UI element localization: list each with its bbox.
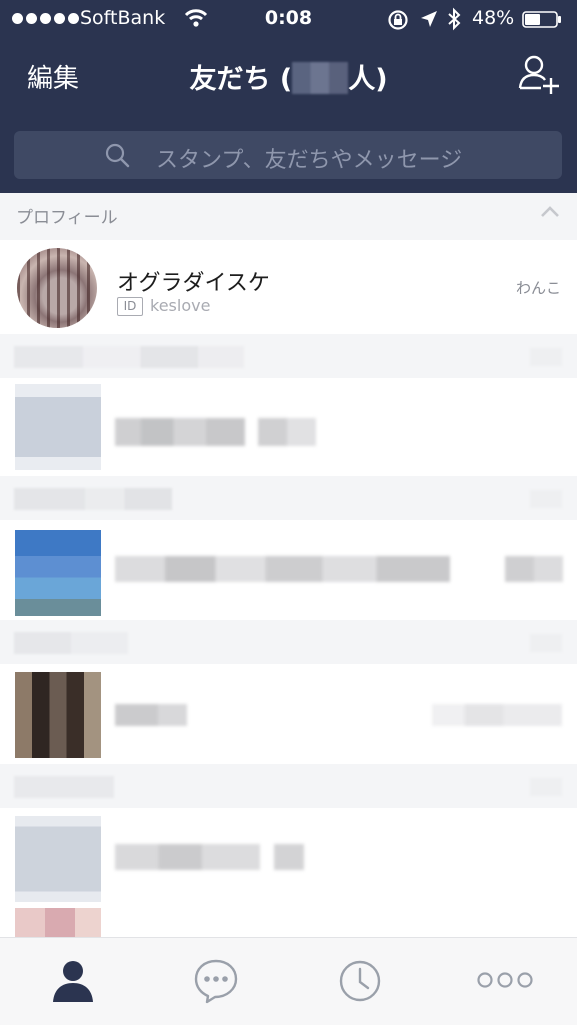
avatar[interactable] [15, 908, 101, 937]
location-icon [421, 11, 437, 27]
section-header-redacted[interactable] [0, 334, 577, 378]
section-header-redacted[interactable] [0, 476, 577, 520]
add-friend-icon[interactable] [517, 54, 563, 96]
status-bar: SoftBank 0:08 48% [0, 0, 577, 38]
profile-name: オグラダイスケ [117, 271, 270, 296]
profile-id: keslove [150, 296, 211, 315]
tab-more[interactable] [432, 938, 576, 1025]
title-suffix: 人) [348, 64, 388, 95]
list-item[interactable] [0, 378, 577, 476]
redacted-count [292, 62, 349, 94]
rotation-lock-icon [388, 10, 408, 30]
section-header-profile[interactable]: プロフィール [0, 193, 577, 240]
avatar[interactable] [15, 530, 101, 616]
tab-bar [0, 937, 577, 1025]
list-item[interactable] [0, 808, 577, 908]
section-title: プロフィール [16, 208, 118, 228]
clock-icon [339, 960, 381, 1002]
battery-icon [522, 11, 561, 28]
more-icon [477, 972, 533, 988]
section-header-redacted[interactable] [0, 764, 577, 808]
title-prefix: 友だち ( [189, 64, 293, 95]
profile-status-message: わんこ [515, 279, 561, 297]
avatar[interactable] [15, 384, 101, 470]
battery-percentage: 48% [472, 7, 515, 29]
bluetooth-icon [448, 7, 461, 31]
search-icon [105, 143, 130, 168]
avatar[interactable] [15, 672, 101, 758]
list-item[interactable] [0, 664, 577, 764]
list-item[interactable] [0, 520, 577, 620]
avatar[interactable] [17, 248, 97, 328]
my-profile-row[interactable]: オグラダイスケ ID keslove わんこ [0, 240, 577, 330]
tab-timeline[interactable] [288, 938, 432, 1025]
avatar[interactable] [15, 816, 101, 902]
header: SoftBank 0:08 48% 編集 友だち (人) スタンプ、友だちやメッ… [0, 0, 577, 193]
section-header-redacted[interactable] [0, 620, 577, 664]
tab-chats[interactable] [144, 938, 288, 1025]
chevron-up-icon[interactable] [540, 205, 560, 219]
list-item[interactable] [0, 908, 577, 937]
page-title: 友だち ( 人) [0, 57, 577, 96]
search-bar[interactable]: スタンプ、友だちやメッセージ [14, 131, 562, 179]
chat-bubble-icon [194, 959, 238, 1004]
person-icon [53, 961, 93, 1002]
tab-friends[interactable] [0, 938, 144, 1025]
search-input[interactable]: スタンプ、友だちやメッセージ [156, 142, 462, 174]
id-badge: ID [117, 297, 143, 316]
